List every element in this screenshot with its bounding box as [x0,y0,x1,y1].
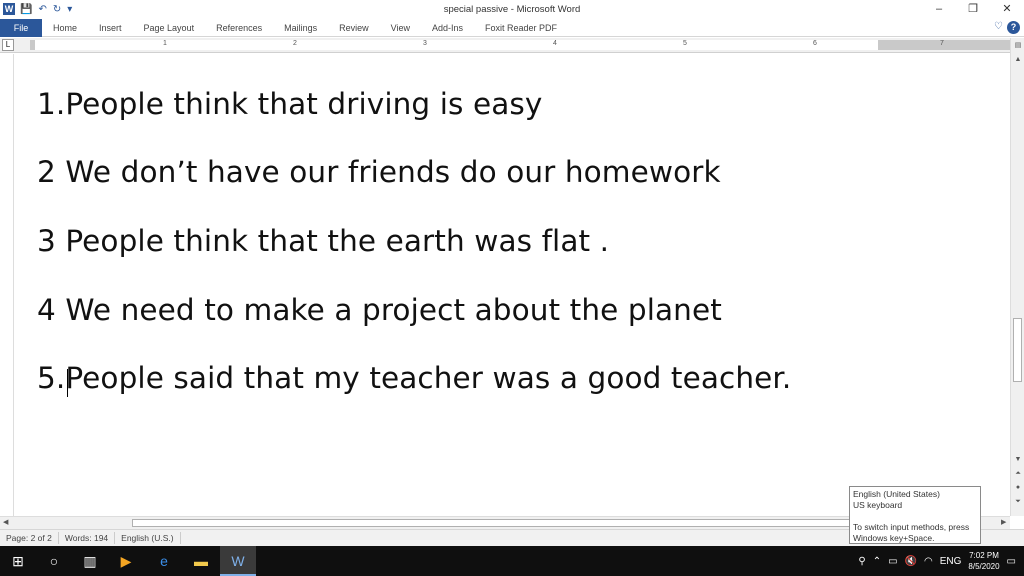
page-count[interactable]: Page: 2 of 2 [0,532,59,544]
tab-page-layout[interactable]: Page Layout [133,19,206,37]
tooltip-line: English (United States) [853,489,940,499]
scroll-right-icon[interactable]: ▶ [1001,517,1006,529]
window-title: special passive - Microsoft Word [443,4,581,15]
doc-line-1[interactable]: 1.People think that driving is easy [37,87,542,121]
tooltip-line: To switch input methods, press [853,522,970,532]
taskbar: ⊞ ○ ▥ ▶ e ▬ W ⚲ ⌃ ▭ 🔇 ◠ ENG 7:02 PM 8/5/… [0,546,1024,576]
maximize-button[interactable]: ❐ [956,0,990,19]
task-view-icon[interactable]: ▥ [72,546,108,576]
tab-add-ins[interactable]: Add-Ins [421,19,474,37]
text-caret [67,369,68,397]
browse-object-icon[interactable]: ● [1011,482,1024,494]
tab-mailings[interactable]: Mailings [273,19,328,37]
vertical-scroll-thumb[interactable] [1013,318,1022,382]
people-icon[interactable]: ⚲ [858,556,865,567]
word-taskbar-icon[interactable]: W [220,546,256,576]
next-page-icon[interactable]: ⏷ [1011,496,1024,508]
file-explorer-icon[interactable]: ▬ [183,546,219,576]
tab-insert[interactable]: Insert [88,19,133,37]
input-method-tooltip: English (United States) US keyboard To s… [849,486,981,544]
ribbon-tabs: File Home Insert Page Layout References … [0,19,1024,37]
show-hidden-icons-icon[interactable]: ⌃ [873,556,881,567]
tooltip-line: US keyboard [853,500,903,510]
expand-ribbon-icon[interactable]: ♡ [994,21,1003,34]
document-page[interactable]: 1.People think that driving is easy 2 We… [15,54,1010,516]
doc-line-4[interactable]: 4 We need to make a project about the pl… [37,293,722,327]
system-tray: ⚲ ⌃ ▭ 🔇 ◠ ENG 7:02 PM 8/5/2020 ▭ [858,546,1024,576]
ruler-left-margin [30,40,35,50]
ruler-number: 6 [813,40,817,47]
clock-date: 8/5/2020 [968,562,1000,571]
volume-muted-icon[interactable]: 🔇 [905,556,917,567]
minimize-button[interactable]: – [922,0,956,19]
previous-page-icon[interactable]: ⏶ [1011,468,1024,480]
help-area: ♡ ? [994,21,1020,34]
ruler-number: 5 [683,40,687,47]
title-bar: W 💾 ↶ ↻ ▾ special passive - Microsoft Wo… [0,0,1024,19]
system-clock[interactable]: 7:02 PM 8/5/2020 [968,550,999,572]
tooltip-line: Windows key+Space. [853,533,935,543]
word-count[interactable]: Words: 194 [59,532,116,544]
ruler-number: 1 [163,40,167,47]
tab-selector-button[interactable]: L [2,39,14,51]
input-language-indicator[interactable]: ENG [940,556,962,567]
battery-icon[interactable]: ▭ [888,556,897,567]
ruler-number: 2 [293,40,297,47]
window-controls: – ❐ ✕ [922,0,1024,19]
tab-review[interactable]: Review [328,19,380,37]
edge-browser-icon[interactable]: e [146,546,182,576]
start-button-icon[interactable]: ⊞ [0,546,36,576]
tooltip-spacer [853,511,977,522]
ruler-right-margin [878,40,1015,50]
scroll-down-icon[interactable]: ▼ [1011,454,1024,466]
tab-foxit-reader-pdf[interactable]: Foxit Reader PDF [474,19,568,37]
notifications-icon[interactable]: ▭ [1007,556,1016,567]
doc-line-2[interactable]: 2 We don’t have our friends do our homew… [37,155,721,189]
scroll-left-icon[interactable]: ◀ [3,517,8,529]
tab-references[interactable]: References [205,19,273,37]
scroll-up-icon[interactable]: ▲ [1011,54,1024,66]
language-indicator[interactable]: English (U.S.) [115,532,181,544]
tab-home[interactable]: Home [42,19,88,37]
wifi-icon[interactable]: ◠ [924,556,933,567]
vertical-scrollbar[interactable]: ▤ ▲ ▼ ⏶ ● ⏷ [1010,38,1024,516]
media-player-icon[interactable]: ▶ [108,546,144,576]
horizontal-ruler-row: L 1 2 3 4 5 6 7 [0,38,1024,53]
search-icon[interactable]: ○ [36,546,72,576]
tab-view[interactable]: View [380,19,421,37]
close-button[interactable]: ✕ [990,0,1024,19]
ruler-toggle-icon[interactable]: ▤ [1011,40,1024,52]
ruler-number: 3 [423,40,427,47]
horizontal-ruler[interactable]: 1 2 3 4 5 6 7 [30,40,1015,50]
help-icon[interactable]: ? [1007,21,1020,34]
ruler-number: 7 [940,40,944,47]
vertical-ruler[interactable] [4,54,14,516]
doc-line-5[interactable]: 5.People said that my teacher was a good… [37,361,791,395]
tab-file[interactable]: File [0,19,42,37]
clock-time: 7:02 PM [969,551,999,560]
ruler-number: 4 [553,40,557,47]
doc-line-3[interactable]: 3 People think that the earth was flat . [37,224,609,258]
